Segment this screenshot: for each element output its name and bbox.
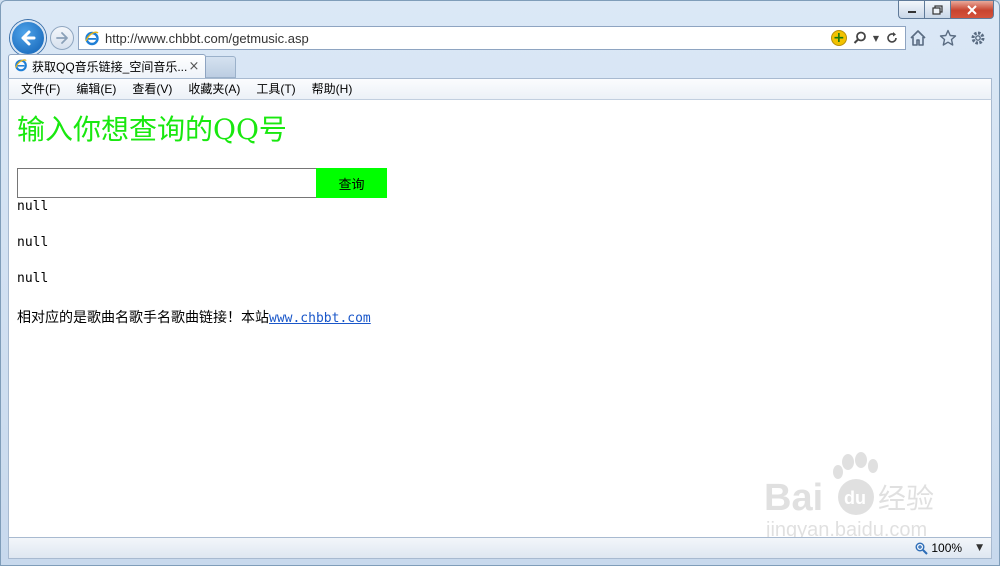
footer-text: 相对应的是歌曲名歌手名歌曲链接！本站 — [17, 310, 269, 326]
forward-button[interactable] — [50, 26, 74, 50]
page-heading: 输入你想查询的QQ号 — [17, 113, 287, 146]
menu-tools[interactable]: 工具(T) — [248, 79, 303, 99]
close-icon — [967, 4, 977, 15]
status-bar: 100% ▼ — [8, 537, 992, 559]
zoom-control[interactable]: 100% — [915, 541, 962, 555]
result-line: null — [17, 199, 49, 214]
zoom-magnifier-icon — [915, 542, 929, 555]
new-tab-button[interactable] — [206, 56, 236, 78]
back-arrow-icon — [21, 30, 36, 46]
tab-close-button[interactable]: × — [187, 59, 201, 74]
refresh-icon[interactable] — [885, 31, 899, 45]
ie-tab-icon — [14, 58, 28, 75]
plugin-add-icon[interactable]: + — [830, 30, 847, 46]
favorites-star-icon[interactable] — [938, 28, 958, 48]
ie-logo-icon — [83, 29, 101, 47]
minimize-icon — [907, 10, 916, 13]
window-caption-buttons — [898, 0, 994, 19]
svg-text:Bai: Bai — [764, 477, 823, 519]
restore-icon — [931, 4, 943, 15]
tab-title: 获取QQ音乐链接_空间音乐... — [32, 60, 187, 74]
qq-number-input[interactable] — [17, 168, 317, 198]
search-icon[interactable] — [853, 31, 867, 45]
minimize-button[interactable] — [898, 0, 924, 19]
menu-favorites[interactable]: 收藏夹(A) — [180, 79, 248, 99]
address-bar[interactable]: http://www.chbbt.com/getmusic.asp + ▼ — [78, 26, 906, 50]
browser-toolbar-icons — [908, 28, 988, 48]
query-button[interactable]: 查询 — [316, 168, 387, 198]
site-link[interactable]: www.chbbt.com — [269, 311, 371, 326]
tab-strip: 获取QQ音乐链接_空间音乐... × — [8, 54, 236, 78]
address-tools: + ▼ — [830, 30, 905, 46]
zoom-dropdown-icon[interactable]: ▼ — [976, 543, 983, 553]
svg-text:经验: 经验 — [878, 482, 934, 515]
back-button[interactable] — [10, 20, 46, 56]
dropdown-arrow-icon[interactable]: ▼ — [873, 34, 879, 43]
menu-file[interactable]: 文件(F) — [13, 79, 68, 99]
menu-view[interactable]: 查看(V) — [124, 79, 180, 99]
baidu-paw-logo-icon: Bai du 经验 jingyan.baidu.com — [764, 452, 934, 541]
tab-active[interactable]: 获取QQ音乐链接_空间音乐... × — [8, 54, 206, 78]
maximize-button[interactable] — [924, 0, 950, 19]
baidu-jingyan-watermark: Bai du 经验 jingyan.baidu.com — [760, 452, 960, 542]
close-window-button[interactable] — [950, 0, 994, 19]
menu-help[interactable]: 帮助(H) — [304, 79, 361, 99]
home-icon[interactable] — [908, 28, 928, 48]
footer-note: 相对应的是歌曲名歌手名歌曲链接！本站www.chbbt.com — [17, 307, 371, 327]
settings-gear-icon[interactable] — [968, 28, 988, 48]
svg-text:du: du — [844, 488, 866, 508]
menu-bar: 文件(F) 编辑(E) 查看(V) 收藏夹(A) 工具(T) 帮助(H) — [8, 78, 992, 100]
result-line: null — [17, 235, 49, 250]
result-line: null — [17, 271, 49, 286]
address-url[interactable]: http://www.chbbt.com/getmusic.asp — [105, 31, 831, 46]
forward-arrow-icon — [56, 32, 68, 44]
menu-edit[interactable]: 编辑(E) — [68, 79, 124, 99]
zoom-level: 100% — [931, 541, 963, 555]
